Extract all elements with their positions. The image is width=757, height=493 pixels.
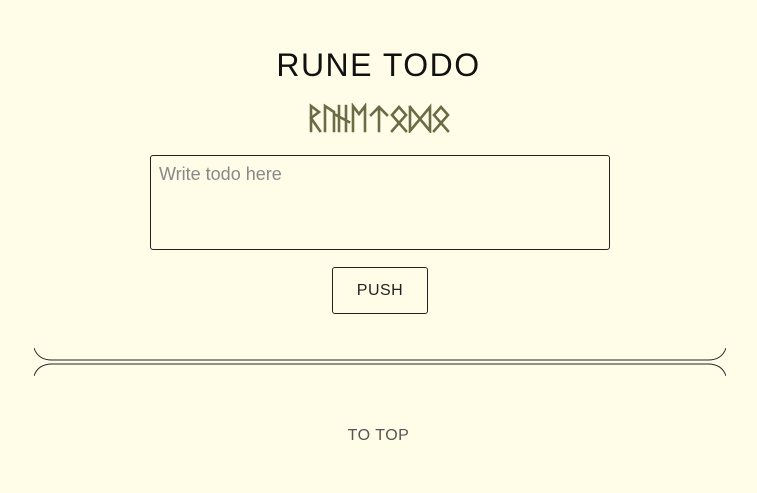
to-top-link[interactable]: TO TOP xyxy=(0,426,757,446)
todo-input[interactable] xyxy=(150,155,610,250)
push-button[interactable]: PUSH xyxy=(332,267,428,314)
rune-lettering-icon xyxy=(308,102,450,133)
page: RUNE TODO PUSH xyxy=(0,0,757,493)
rune-subtitle xyxy=(0,100,757,136)
divider xyxy=(34,347,726,377)
page-title: RUNE TODO xyxy=(276,47,481,83)
